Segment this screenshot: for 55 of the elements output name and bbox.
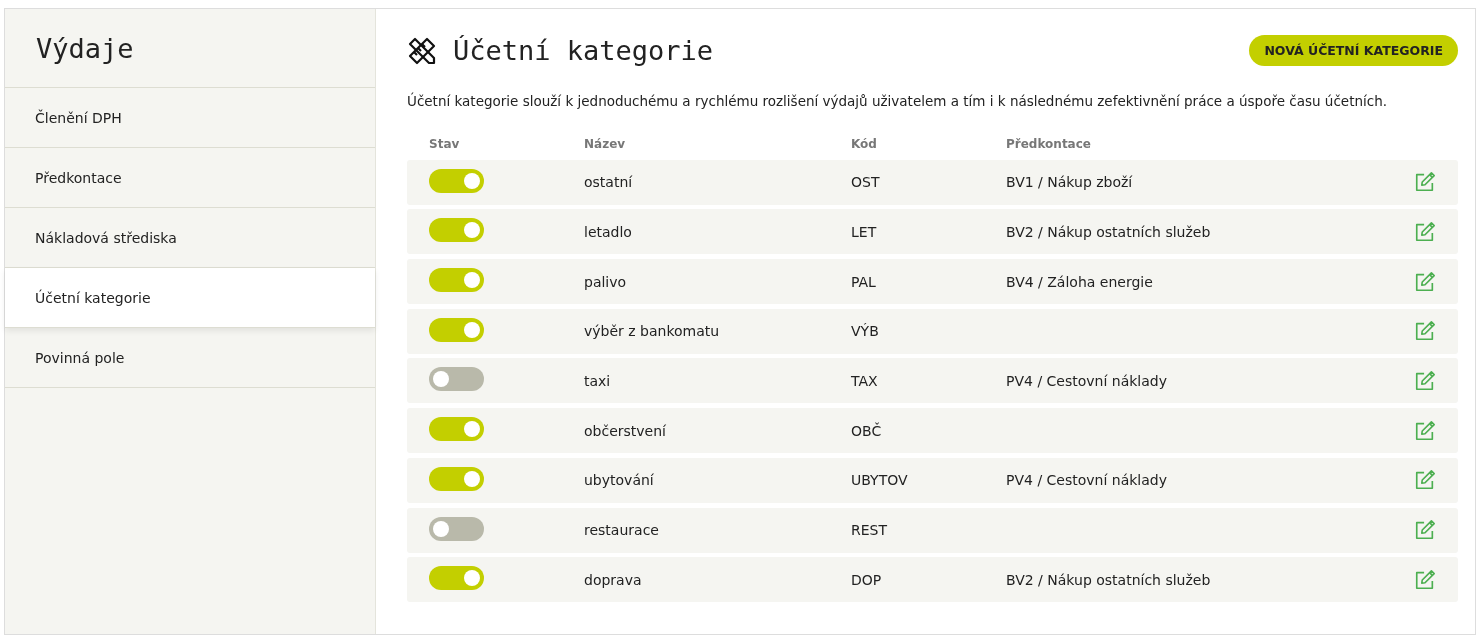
- table-cell: BV1 / Nákup zboží: [1006, 174, 1133, 191]
- sidebar-item[interactable]: Účetní kategorie: [5, 268, 375, 328]
- table-cell: PV4 / Cestovní náklady: [1006, 472, 1167, 489]
- table-cell-text: restaurace: [584, 522, 660, 538]
- edit-icon[interactable]: [1414, 270, 1436, 293]
- sidebar-item[interactable]: Předkontace: [5, 148, 375, 208]
- status-toggle[interactable]: [429, 218, 484, 243]
- table-cell-text: ubytování: [584, 472, 655, 489]
- sidebar-title: Výdaje: [5, 9, 375, 88]
- edit-icon[interactable]: [1414, 369, 1436, 392]
- description: Účetní kategorie slouží k jednoduchému a rychlému rozlišení výdajů uživatelem a tím i k následnému zefektivnění práce a úspoře času účetních.: [407, 93, 1388, 109]
- pencil-ruler-icon: [407, 35, 437, 66]
- column-header: Stav: [429, 137, 461, 151]
- table-cell-text: VÝB: [851, 323, 880, 340]
- status-toggle[interactable]: [429, 417, 484, 442]
- table-cell-text: REST: [851, 522, 888, 538]
- edit-icon[interactable]: [1414, 568, 1436, 591]
- table-cell-text: taxi: [584, 372, 612, 389]
- status-toggle[interactable]: [429, 516, 484, 541]
- status-toggle[interactable]: [429, 317, 484, 342]
- status-toggle[interactable]: [429, 566, 484, 591]
- table-cell-text: palivo: [584, 273, 628, 290]
- edit-icon[interactable]: [1414, 419, 1436, 442]
- column-header: Název: [584, 137, 627, 151]
- table-cell: BV2 / Nákup ostatních služeb: [1006, 223, 1211, 240]
- status-toggle[interactable]: [429, 168, 484, 193]
- table-cell-text: výběr z bankomatu: [584, 323, 721, 340]
- table-cell-text: letadlo: [584, 223, 633, 240]
- table-cell-text: PAL: [851, 273, 877, 290]
- table-cell: BV2 / Nákup ostatních služeb: [1006, 571, 1211, 588]
- page-title: Účetní kategorie: [453, 35, 714, 66]
- edit-icon[interactable]: [1414, 469, 1436, 492]
- column-header: Kód: [851, 137, 878, 151]
- new-category-button[interactable]: NOVÁ ÚČETNÍ KATEGORIE: [1249, 35, 1458, 66]
- table-cell-text: OBČ: [851, 422, 883, 439]
- table-cell-text: občerstvení: [584, 422, 667, 439]
- edit-icon[interactable]: [1414, 519, 1436, 541]
- sidebar-item[interactable]: Členění DPH: [5, 88, 375, 148]
- table-cell-text: OST: [851, 174, 881, 191]
- table-cell: BV4 / Záloha energie: [1006, 273, 1153, 290]
- column-header: Předkontace: [1006, 137, 1092, 151]
- edit-icon[interactable]: [1414, 220, 1436, 243]
- table-cell-text: TAX: [851, 372, 879, 389]
- sidebar-item[interactable]: Povinná pole: [5, 328, 375, 388]
- status-toggle[interactable]: [429, 466, 484, 491]
- edit-icon[interactable]: [1414, 171, 1436, 194]
- status-toggle[interactable]: [429, 268, 484, 293]
- table-cell-text: LET: [851, 223, 878, 240]
- table-cell: PV4 / Cestovní náklady: [1006, 372, 1167, 389]
- table-cell-text: doprava: [584, 571, 643, 588]
- table-cell-text: ostatní: [584, 174, 634, 191]
- edit-icon[interactable]: [1414, 320, 1436, 343]
- status-toggle[interactable]: [429, 367, 484, 392]
- table-cell-text: UBYTOV: [851, 472, 909, 489]
- table-cell-text: DOP: [851, 571, 883, 588]
